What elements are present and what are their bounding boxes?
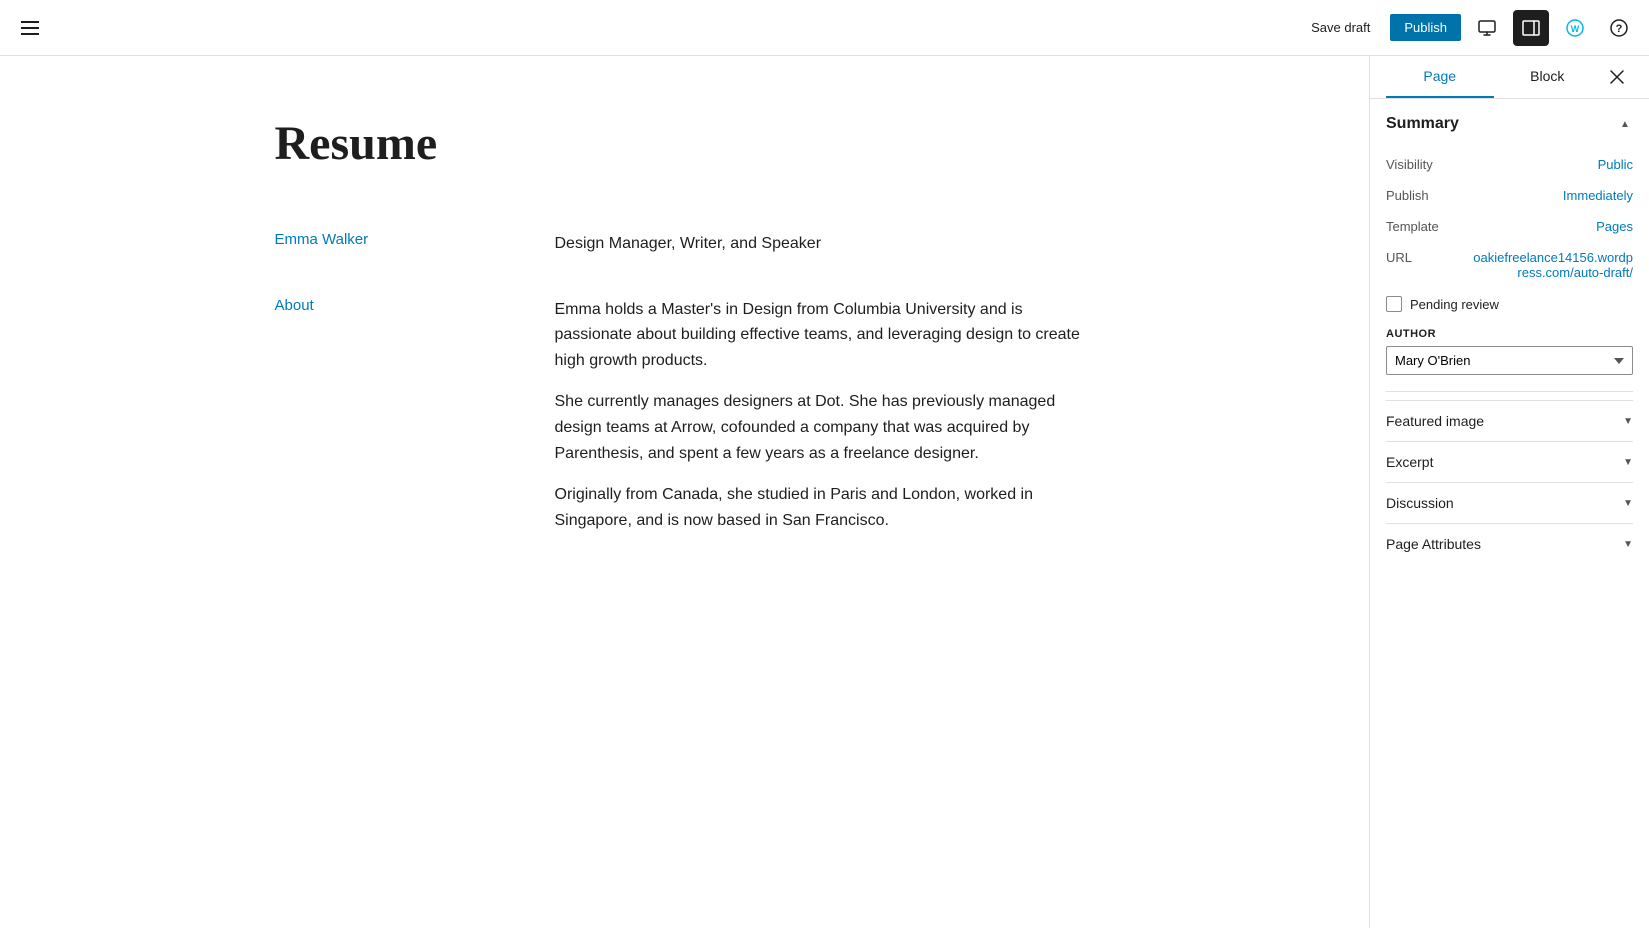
help-icon: ? [1609,18,1629,38]
about-content: Emma holds a Master's in Design from Col… [555,297,1095,534]
preview-button[interactable] [1469,10,1505,46]
sidebar-divider [1386,391,1633,392]
sidebar-toggle-button[interactable] [1513,10,1549,46]
page-attributes-chevron-icon: ▼ [1623,539,1633,550]
sidebar-tabs: Page Block [1370,56,1649,99]
name-label: Emma Walker [275,231,555,257]
url-value[interactable]: oakiefreelance14156.wordpress.com/auto-d… [1473,250,1633,280]
menu-button[interactable] [12,10,48,46]
url-row: URL oakiefreelance14156.wordpress.com/au… [1386,242,1633,288]
toolbar-right: Save draft Publish W ? [829,10,1638,46]
excerpt-section[interactable]: Excerpt ▼ [1386,441,1633,482]
sidebar-close-button[interactable] [1601,61,1633,93]
toolbar: Save draft Publish W ? [0,0,1649,56]
excerpt-chevron-icon: ▼ [1623,457,1633,468]
publish-value[interactable]: Immediately [1563,188,1633,203]
sidebar-icon [1521,18,1541,38]
pending-review-checkbox[interactable] [1386,296,1402,312]
editor-area[interactable]: Resume Emma Walker Design Manager, Write… [0,56,1369,928]
sidebar-body: Summary ▲ Visibility Public Publish Imme… [1370,99,1649,928]
publish-row: Publish Immediately [1386,180,1633,211]
author-section: AUTHOR Mary O'Brien [1386,328,1633,375]
template-row: Template Pages [1386,211,1633,242]
tab-page[interactable]: Page [1386,56,1494,98]
wordpress-icon: W [1565,18,1585,38]
save-draft-button[interactable]: Save draft [1299,14,1382,41]
visibility-value[interactable]: Public [1598,157,1633,172]
wordpress-button[interactable]: W [1557,10,1593,46]
tab-block[interactable]: Block [1494,56,1602,98]
toolbar-left [12,10,821,46]
author-select[interactable]: Mary O'Brien [1386,346,1633,375]
editor-content: Resume Emma Walker Design Manager, Write… [235,116,1135,868]
visibility-row: Visibility Public [1386,149,1633,180]
summary-section: Summary ▲ Visibility Public Publish Imme… [1386,115,1633,375]
summary-chevron-icon: ▲ [1617,116,1633,132]
name-value: Design Manager, Writer, and Speaker [555,231,1095,257]
discussion-section[interactable]: Discussion ▼ [1386,482,1633,523]
about-label: About [275,297,555,534]
pending-review-row: Pending review [1386,288,1633,320]
page-attributes-section[interactable]: Page Attributes ▼ [1386,523,1633,564]
featured-image-section[interactable]: Featured image ▼ [1386,400,1633,441]
featured-image-chevron-icon: ▼ [1623,416,1633,427]
help-button[interactable]: ? [1601,10,1637,46]
main-area: Resume Emma Walker Design Manager, Write… [0,56,1649,928]
template-value[interactable]: Pages [1596,219,1633,234]
summary-title: Summary ▲ [1386,115,1633,133]
close-icon [1609,69,1625,85]
sidebar: Page Block Summary ▲ Visibility [1369,56,1649,928]
discussion-chevron-icon: ▼ [1623,498,1633,509]
pending-review-label: Pending review [1410,297,1499,312]
monitor-icon [1477,18,1497,38]
author-label: AUTHOR [1386,328,1633,340]
name-row: Emma Walker Design Manager, Writer, and … [275,231,1095,257]
publish-button[interactable]: Publish [1390,14,1461,41]
svg-text:W: W [1571,24,1580,34]
about-row: About Emma holds a Master's in Design fr… [275,297,1095,534]
page-title[interactable]: Resume [275,116,1095,171]
svg-text:?: ? [1616,23,1623,35]
